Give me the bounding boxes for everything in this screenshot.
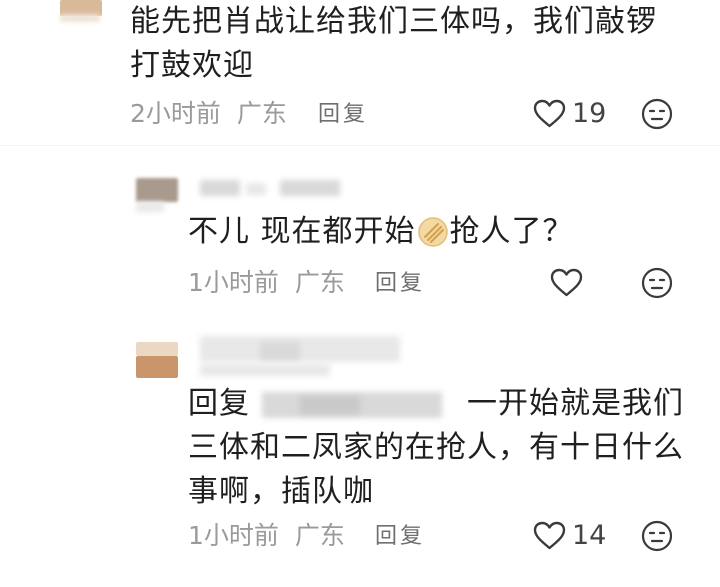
- username-redacted: [280, 180, 340, 196]
- emoji-reaction-icon[interactable]: [641, 520, 673, 552]
- username-redacted: [200, 364, 330, 376]
- hand-fan-emoji-icon: [417, 217, 448, 247]
- comment-meta: 1小时前 广东: [188, 521, 345, 551]
- like-button[interactable]: 14: [533, 521, 606, 551]
- like-button[interactable]: [550, 268, 589, 298]
- username-redacted: [200, 336, 400, 362]
- comment-text-line: 打鼓欢迎: [130, 48, 254, 83]
- like-count: 19: [572, 98, 607, 129]
- reply-button[interactable]: 回复: [318, 100, 368, 130]
- username-redacted: [200, 180, 240, 196]
- comment-thread: 能先把肖战让给我们三体吗，我们敲锣 打鼓欢迎 2小时前 广东 回复 19 不儿 …: [0, 0, 720, 587]
- comment-time: 2小时前: [130, 99, 221, 128]
- comment-location: 广东: [294, 268, 345, 297]
- heart-icon: [550, 268, 583, 297]
- comment-time: 1小时前: [188, 521, 279, 550]
- reply-prefix: 回复: [188, 386, 250, 421]
- comment-text-line: 事啊，插队咖: [188, 474, 374, 509]
- comment-meta: 2小时前 广东: [130, 99, 287, 129]
- heart-icon: [533, 99, 566, 128]
- comment-text-line: 不儿 现在都开始 抢人了？: [188, 210, 574, 254]
- like-button[interactable]: 19: [533, 99, 606, 129]
- comment-text-line: 能先把肖战让给我们三体吗，我们敲锣: [130, 4, 657, 39]
- comment-text: 抢人了？: [449, 214, 574, 249]
- comment-location: 广东: [294, 521, 345, 550]
- comment-text: 不儿 现在都开始: [188, 214, 416, 249]
- reply-button[interactable]: 回复: [375, 269, 425, 299]
- comment-time: 1小时前: [188, 268, 279, 297]
- comment-text-line: 回复: [188, 382, 250, 426]
- like-count: 14: [572, 520, 607, 551]
- avatar[interactable]: [136, 342, 178, 356]
- avatar[interactable]: [136, 178, 178, 202]
- username-redacted: [260, 342, 300, 360]
- username-redacted: [246, 183, 266, 195]
- reply-button[interactable]: 回复: [375, 522, 425, 552]
- emoji-reaction-icon[interactable]: [641, 267, 673, 299]
- emoji-reaction-icon[interactable]: [641, 98, 673, 130]
- avatar-shadow: [60, 14, 100, 22]
- comment-meta: 1小时前 广东: [188, 268, 345, 298]
- comment-text-line: 三体和二凤家的在抢人，有十日什么: [188, 430, 684, 465]
- reply-target-redacted: [300, 396, 360, 414]
- avatar: [136, 356, 178, 378]
- comment-text-line: 一开始就是我们: [467, 386, 684, 421]
- comment-location: 广东: [236, 99, 287, 128]
- heart-icon: [533, 521, 566, 550]
- divider: [0, 145, 720, 146]
- avatar-shadow: [136, 202, 164, 212]
